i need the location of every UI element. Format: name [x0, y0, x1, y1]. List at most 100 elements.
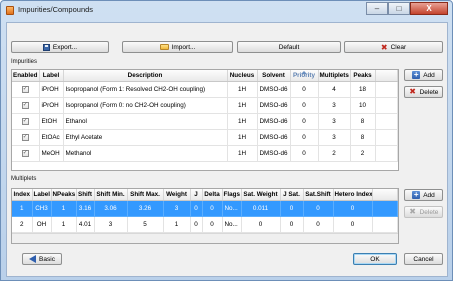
column-header[interactable]: Flags — [222, 189, 242, 201]
close-button[interactable]: X — [410, 2, 448, 15]
export-button[interactable]: Export... — [11, 41, 109, 53]
delete-multiplet-button[interactable]: ✖ Delete — [404, 206, 443, 218]
column-header[interactable]: Solvent — [257, 70, 291, 82]
app-icon — [6, 6, 14, 15]
column-header[interactable]: Label — [39, 70, 64, 82]
add-label: Add — [423, 71, 435, 79]
column-header[interactable]: Index — [12, 189, 33, 201]
checkbox[interactable]: ✓ — [21, 133, 29, 141]
basic-button[interactable]: Basic — [22, 253, 62, 265]
clear-icon: ✖ — [380, 42, 388, 52]
cell: CH3 — [32, 200, 52, 217]
cell: 0 — [190, 200, 203, 217]
enabled-cell[interactable]: ✓ — [12, 113, 40, 130]
checkbox[interactable]: ✓ — [21, 149, 29, 157]
add-multiplet-button[interactable]: + Add — [404, 189, 443, 201]
column-header[interactable]: Multiplets — [318, 70, 351, 82]
peaks-cell: 10 — [350, 97, 376, 114]
cell: 0 — [303, 200, 334, 217]
column-header[interactable]: Hetero Index — [333, 189, 373, 201]
description-cell: Isopropanol (Form 1: Resolved CH2-OH cou… — [63, 81, 228, 98]
column-header[interactable]: Shift — [76, 189, 95, 201]
table-row-selected[interactable]: 1 CH3 1 3.16 3.06 3.26 3 0 0 No... 0.011… — [12, 200, 398, 217]
default-button[interactable]: Default — [237, 41, 341, 53]
multiplets-cell: 3 — [318, 129, 351, 146]
description-cell: Isopropanol (Form 0: no CH2-OH coupling) — [63, 97, 228, 114]
enabled-cell[interactable]: ✓ — [12, 81, 40, 98]
column-header[interactable]: Delta — [202, 189, 223, 201]
column-header[interactable]: Nucleus — [227, 70, 258, 82]
cell: 5 — [127, 216, 164, 233]
nucleus-cell: 1H — [227, 145, 258, 162]
cell: 0 — [303, 216, 334, 233]
label-cell: iPrOH — [39, 97, 64, 114]
delete-impurity-button[interactable]: ✖ Delete — [404, 86, 443, 98]
nucleus-cell: 1H — [227, 81, 258, 98]
cell: 4.01 — [76, 216, 95, 233]
column-header[interactable]: NPeaks — [51, 189, 77, 201]
column-header[interactable]: Label — [32, 189, 52, 201]
checkbox[interactable]: ✓ — [21, 101, 29, 109]
column-header[interactable]: Enabled — [12, 70, 40, 82]
dialog-window: Impurities/Compounds – □ X Export... Imp… — [0, 0, 453, 281]
cancel-button[interactable]: Cancel — [404, 253, 443, 265]
peaks-cell: 18 — [350, 81, 376, 98]
enabled-cell[interactable]: ✓ — [12, 145, 40, 162]
filler-cell — [375, 97, 398, 114]
enabled-cell[interactable]: ✓ — [12, 129, 40, 146]
priority-cell: 0 — [290, 97, 319, 114]
column-header[interactable]: J Sat. — [280, 189, 304, 201]
table-row[interactable]: ✓ EtOH Ethanol 1H DMSO-d6 0 3 8 — [12, 113, 398, 130]
description-cell: Methanol — [63, 145, 228, 162]
maximize-button[interactable]: □ — [388, 2, 410, 15]
import-button[interactable]: Import... — [122, 41, 233, 53]
title-bar[interactable]: Impurities/Compounds – □ X — [1, 1, 452, 21]
priority-column-header[interactable]: Priority — [290, 70, 319, 82]
multiplets-table[interactable]: Index Label NPeaks Shift Shift Min. Shif… — [11, 188, 399, 244]
cell: 3.26 — [127, 200, 164, 217]
solvent-cell: DMSO-d6 — [257, 129, 291, 146]
peaks-cell: 2 — [350, 145, 376, 162]
folder-icon — [159, 44, 169, 50]
add-label: Add — [423, 191, 435, 199]
peaks-cell: 8 — [350, 113, 376, 130]
enabled-cell[interactable]: ✓ — [12, 97, 40, 114]
label-cell: iPrOH — [39, 81, 64, 98]
cell: 3.06 — [94, 200, 128, 217]
impurities-table[interactable]: Enabled Label Description Nucleus Solven… — [11, 69, 399, 171]
plus-icon: + — [412, 190, 421, 199]
horizontal-scrollbar[interactable] — [12, 233, 398, 243]
column-header[interactable]: Shift Min. — [94, 189, 128, 201]
column-header[interactable]: Sat.Shift — [303, 189, 334, 201]
column-header[interactable]: Description — [63, 70, 228, 82]
solvent-cell: DMSO-d6 — [257, 97, 291, 114]
table-row[interactable]: ✓ iPrOH Isopropanol (Form 1: Resolved CH… — [12, 81, 398, 98]
cell: 1 — [51, 200, 77, 217]
delete-label: Delete — [419, 88, 439, 96]
description-cell: Ethyl Acetate — [63, 129, 228, 146]
multiplets-section-label: Multiplets — [11, 176, 37, 182]
filler-cell — [375, 129, 398, 146]
table-row[interactable]: ✓ MeOH Methanol 1H DMSO-d6 0 2 2 — [12, 145, 398, 162]
cell: 0 — [280, 216, 304, 233]
filler-cell — [375, 113, 398, 130]
table-row[interactable]: ✓ iPrOH Isopropanol (Form 0: no CH2-OH c… — [12, 97, 398, 114]
checkbox[interactable]: ✓ — [21, 85, 29, 93]
table-row[interactable]: ✓ EtOAc Ethyl Acetate 1H DMSO-d6 0 3 8 — [12, 129, 398, 146]
add-impurity-button[interactable]: + Add — [404, 69, 443, 81]
clear-button[interactable]: ✖ Clear — [344, 41, 443, 53]
column-header[interactable]: J — [190, 189, 203, 201]
cancel-label: Cancel — [413, 255, 434, 263]
ok-button[interactable]: OK — [353, 253, 397, 265]
minimize-button[interactable]: – — [366, 2, 388, 15]
column-header[interactable]: Peaks — [350, 70, 376, 82]
column-header[interactable]: Shift Max. — [127, 189, 164, 201]
column-header[interactable]: Sat. Weight — [241, 189, 281, 201]
column-header[interactable]: Weight — [163, 189, 191, 201]
priority-cell: 0 — [290, 113, 319, 130]
priority-cell: 0 — [290, 145, 319, 162]
checkbox[interactable]: ✓ — [21, 117, 29, 125]
window-title: Impurities/Compounds — [18, 5, 94, 14]
table-row[interactable]: 2 OH 1 4.01 3 5 1 0 0 No... 0 0 0 0 — [12, 216, 398, 233]
delete-label: Delete — [419, 208, 439, 216]
